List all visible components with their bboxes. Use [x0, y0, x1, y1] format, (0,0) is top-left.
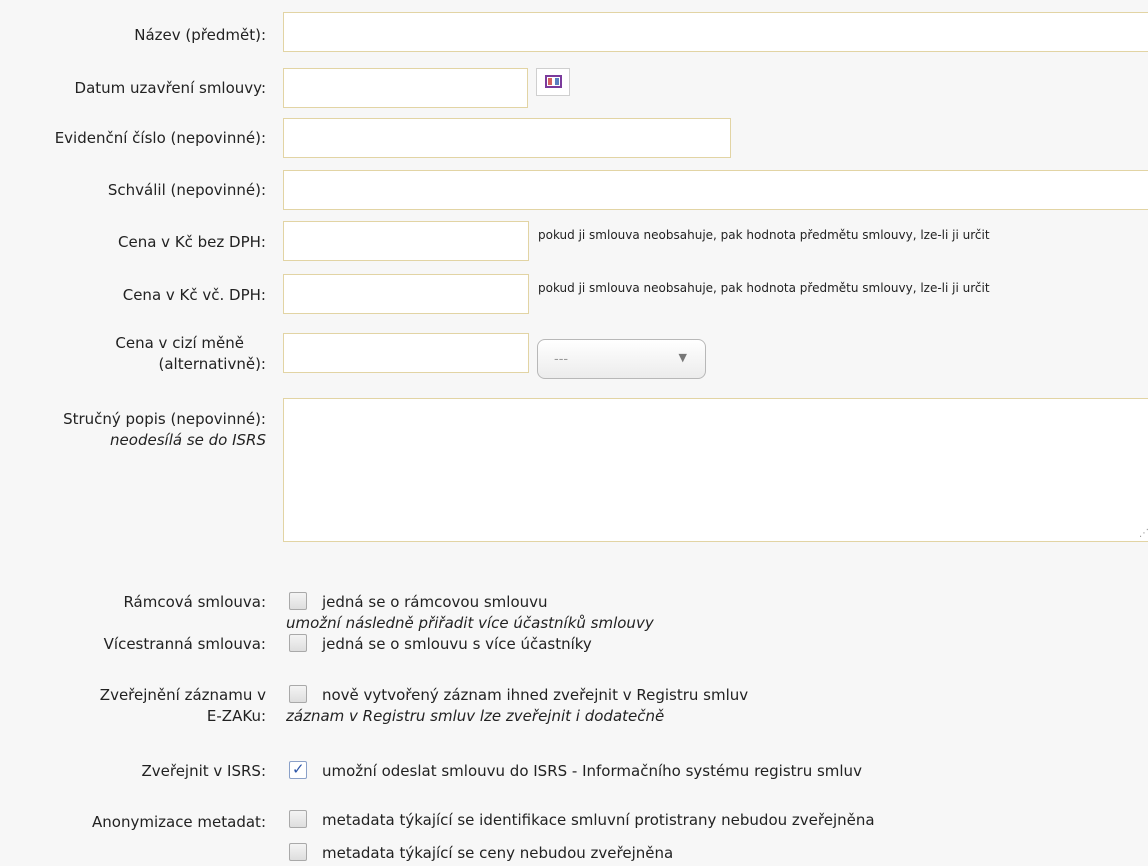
schvalil-label: Schválil (nepovinné):	[107, 181, 266, 199]
vicestranna-label: Vícestranná smlouva:	[103, 635, 266, 653]
anonymizace-cena-checkbox[interactable]	[289, 843, 307, 861]
ramcova-label: Rámcová smlouva:	[123, 593, 266, 611]
anonymizace-identifikace-checkbox[interactable]	[289, 810, 307, 828]
cena-bez-dph-hint: pokud ji smlouva neobsahuje, pak hodnota…	[538, 228, 990, 242]
resize-grip-icon[interactable]: ⋰	[1139, 528, 1148, 539]
zverejneni-label-line1: Zveřejnění záznamu v	[99, 686, 266, 704]
cena-vc-dph-hint: pokud ji smlouva neobsahuje, pak hodnota…	[538, 281, 990, 295]
anonymizace-cena-text: metadata týkající se ceny nebudou zveřej…	[322, 844, 674, 862]
checkmark-icon: ✓	[292, 760, 305, 778]
popis-label-main: Stručný popis (nepovinné):	[63, 410, 266, 428]
chevron-down-icon: ▼	[678, 351, 687, 364]
isrs-label: Zveřejnit v ISRS:	[141, 762, 266, 780]
vicestranna-checkbox[interactable]	[289, 634, 307, 652]
evidencni-input[interactable]	[283, 118, 731, 158]
ramcova-text: jedná se o rámcovou smlouvu	[322, 593, 548, 611]
popis-textarea[interactable]: ⋰	[283, 398, 1148, 542]
popis-sublabel: neodesílá se do ISRS	[110, 431, 266, 449]
currency-selected-value: ---	[554, 352, 569, 367]
calendar-button[interactable]	[536, 68, 570, 96]
cena-vc-dph-input[interactable]	[283, 274, 529, 314]
nazev-label: Název (předmět):	[134, 26, 266, 44]
cena-bez-dph-input[interactable]	[283, 221, 529, 261]
cena-cizi-label: Cena v cizí měně (alternativně):	[0, 333, 266, 375]
zverejneni-label: Zveřejnění záznamu v E-ZAKu:	[0, 685, 266, 727]
zverejneni-label-line2: E-ZAKu:	[206, 707, 266, 725]
popis-label: Stručný popis (nepovinné): neodesílá se …	[0, 409, 266, 451]
ramcova-note: umožní následně přiřadit více účastníků …	[286, 614, 654, 632]
anonymizace-label: Anonymizace metadat:	[92, 813, 266, 831]
datum-label: Datum uzavření smlouvy:	[74, 79, 266, 97]
zverejneni-text: nově vytvořený záznam ihned zveřejnit v …	[322, 686, 749, 704]
calendar-icon	[545, 75, 562, 88]
cena-bez-dph-label: Cena v Kč bez DPH:	[118, 233, 266, 251]
cena-cizi-label-line1: Cena v cizí měně	[115, 334, 244, 352]
datum-input[interactable]	[283, 68, 528, 108]
isrs-text: umožní odeslat smlouvu do ISRS - Informa…	[322, 762, 862, 780]
currency-select[interactable]: --- ▼	[537, 339, 706, 379]
zverejneni-note: záznam v Registru smluv lze zveřejnit i …	[286, 707, 665, 725]
zverejneni-checkbox[interactable]	[289, 685, 307, 703]
cena-vc-dph-label: Cena v Kč vč. DPH:	[122, 286, 266, 304]
isrs-checkbox[interactable]: ✓	[289, 760, 307, 779]
evidencni-label: Evidenční číslo (nepovinné):	[54, 129, 266, 147]
nazev-input[interactable]	[283, 12, 1148, 52]
anonymizace-identifikace-text: metadata týkající se identifikace smluvn…	[322, 811, 875, 829]
ramcova-checkbox[interactable]	[289, 592, 307, 610]
vicestranna-text: jedná se o smlouvu s více účastníky	[322, 635, 592, 653]
cena-cizi-label-line2: (alternativně):	[158, 355, 267, 373]
cena-cizi-input[interactable]	[283, 333, 529, 373]
schvalil-input[interactable]	[283, 170, 1148, 210]
